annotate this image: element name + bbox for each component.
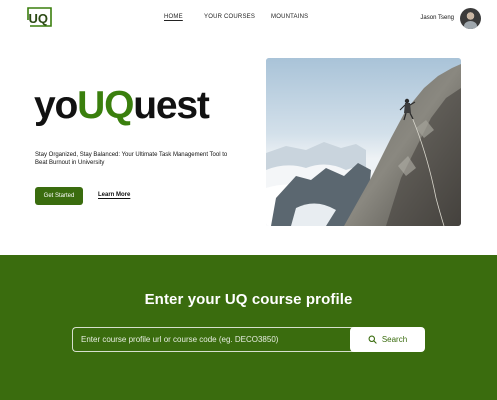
search-heading: Enter your UQ course profile (144, 291, 353, 308)
search-icon (368, 335, 377, 344)
get-started-button[interactable]: Get Started (35, 187, 83, 205)
top-header: UQ HOME YOUR COURSES MOUNTAINS Jason Tse… (0, 0, 497, 38)
search-button[interactable]: Search (350, 327, 425, 352)
hero-title-suffix: uest (133, 84, 210, 127)
page: UQ HOME YOUR COURSES MOUNTAINS Jason Tse… (0, 0, 497, 400)
hero-title: yoUQuest (34, 84, 210, 128)
learn-more-link[interactable]: Learn More (98, 192, 130, 198)
avatar[interactable] (460, 8, 481, 29)
mountain-climber-photo (266, 58, 461, 226)
course-search-section: Enter your UQ course profile Search (0, 255, 497, 400)
hero-title-accent: UQ (77, 84, 134, 127)
nav-your-courses[interactable]: YOUR COURSES (204, 14, 255, 20)
nav-mountains[interactable]: MOUNTAINS (271, 14, 308, 20)
course-profile-input[interactable] (72, 327, 354, 352)
nav-home[interactable]: HOME (164, 14, 183, 20)
hero-tagline: Stay Organized, Stay Balanced: Your Ulti… (35, 152, 228, 166)
avatar-shoulders (464, 21, 477, 29)
user-name[interactable]: Jason Tseng (420, 15, 454, 21)
hero-title-prefix: yo (34, 84, 78, 127)
search-button-label: Search (381, 335, 408, 344)
hero-mountain-image (266, 58, 461, 226)
